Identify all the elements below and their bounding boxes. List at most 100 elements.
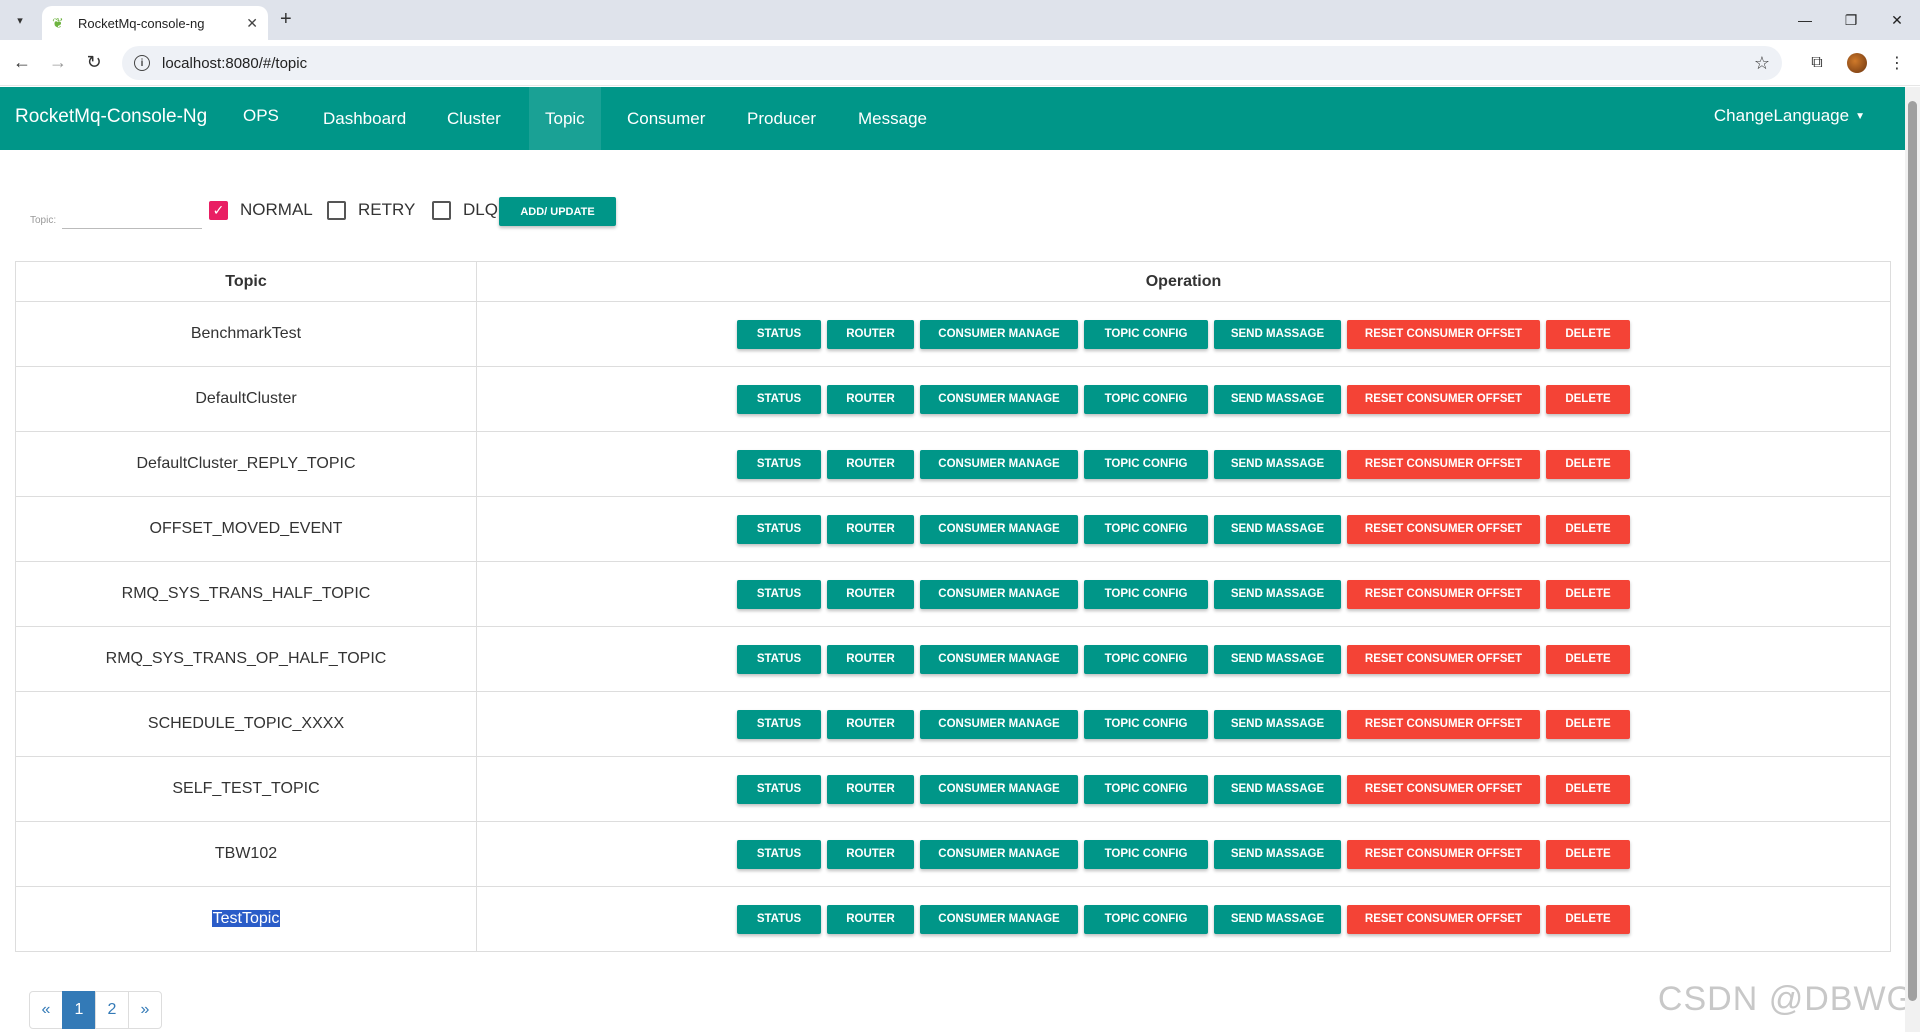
delete-button[interactable]: DELETE [1546, 709, 1630, 739]
router-button[interactable]: ROUTER [827, 839, 914, 869]
normal-checkbox[interactable]: ✓ NORMAL [209, 200, 313, 220]
reload-icon[interactable]: ↻ [76, 45, 112, 81]
reset-consumer-offset-button[interactable]: RESET CONSUMER OFFSET [1347, 774, 1540, 804]
restore-icon[interactable]: ❐ [1828, 0, 1874, 40]
status-button[interactable]: STATUS [737, 384, 821, 414]
nav-item-dashboard[interactable]: Dashboard [307, 87, 422, 150]
forward-arrow-icon[interactable]: → [40, 45, 76, 81]
pagination-prev[interactable]: « [29, 991, 63, 1029]
router-button[interactable]: ROUTER [827, 579, 914, 609]
reset-consumer-offset-button[interactable]: RESET CONSUMER OFFSET [1347, 904, 1540, 934]
status-button[interactable]: STATUS [737, 579, 821, 609]
router-button[interactable]: ROUTER [827, 709, 914, 739]
router-button[interactable]: ROUTER [827, 904, 914, 934]
status-button[interactable]: STATUS [737, 904, 821, 934]
delete-button[interactable]: DELETE [1546, 579, 1630, 609]
router-button[interactable]: ROUTER [827, 449, 914, 479]
status-button[interactable]: STATUS [737, 644, 821, 674]
minimize-icon[interactable]: — [1782, 0, 1828, 40]
status-button[interactable]: STATUS [737, 319, 821, 349]
status-button[interactable]: STATUS [737, 449, 821, 479]
consumer-manage-button[interactable]: CONSUMER MANAGE [920, 579, 1078, 609]
change-language-dropdown[interactable]: ChangeLanguage ▼ [1714, 106, 1865, 126]
send-massage-button[interactable]: SEND MASSAGE [1214, 904, 1341, 934]
new-tab-button[interactable]: + [280, 8, 292, 31]
nav-item-ops[interactable]: OPS [227, 84, 295, 147]
dlq-checkbox[interactable]: DLQ [432, 200, 498, 220]
nav-item-consumer[interactable]: Consumer [611, 87, 721, 150]
send-massage-button[interactable]: SEND MASSAGE [1214, 449, 1341, 479]
reset-consumer-offset-button[interactable]: RESET CONSUMER OFFSET [1347, 839, 1540, 869]
topic-config-button[interactable]: TOPIC CONFIG [1084, 514, 1208, 544]
consumer-manage-button[interactable]: CONSUMER MANAGE [920, 904, 1078, 934]
pagination-page-2[interactable]: 2 [95, 991, 129, 1029]
scrollbar-thumb[interactable] [1908, 101, 1917, 1001]
pagination-page-1[interactable]: 1 [62, 991, 96, 1029]
router-button[interactable]: ROUTER [827, 319, 914, 349]
add-update-button[interactable]: ADD/ UPDATE [499, 197, 616, 226]
nav-item-cluster[interactable]: Cluster [431, 87, 517, 150]
send-massage-button[interactable]: SEND MASSAGE [1214, 319, 1341, 349]
consumer-manage-button[interactable]: CONSUMER MANAGE [920, 514, 1078, 544]
tab-search-icon[interactable]: ▾ [8, 8, 32, 32]
consumer-manage-button[interactable]: CONSUMER MANAGE [920, 709, 1078, 739]
consumer-manage-button[interactable]: CONSUMER MANAGE [920, 644, 1078, 674]
send-massage-button[interactable]: SEND MASSAGE [1214, 774, 1341, 804]
consumer-manage-button[interactable]: CONSUMER MANAGE [920, 319, 1078, 349]
delete-button[interactable]: DELETE [1546, 774, 1630, 804]
topic-config-button[interactable]: TOPIC CONFIG [1084, 644, 1208, 674]
send-massage-button[interactable]: SEND MASSAGE [1214, 579, 1341, 609]
topic-config-button[interactable]: TOPIC CONFIG [1084, 319, 1208, 349]
topic-config-button[interactable]: TOPIC CONFIG [1084, 904, 1208, 934]
status-button[interactable]: STATUS [737, 514, 821, 544]
delete-button[interactable]: DELETE [1546, 514, 1630, 544]
bookmark-star-icon[interactable]: ☆ [1754, 53, 1770, 74]
router-button[interactable]: ROUTER [827, 774, 914, 804]
close-window-icon[interactable]: ✕ [1874, 0, 1920, 40]
back-arrow-icon[interactable]: ← [4, 45, 40, 81]
reset-consumer-offset-button[interactable]: RESET CONSUMER OFFSET [1347, 384, 1540, 414]
consumer-manage-button[interactable]: CONSUMER MANAGE [920, 839, 1078, 869]
consumer-manage-button[interactable]: CONSUMER MANAGE [920, 774, 1078, 804]
topic-config-button[interactable]: TOPIC CONFIG [1084, 384, 1208, 414]
reset-consumer-offset-button[interactable]: RESET CONSUMER OFFSET [1347, 319, 1540, 349]
page-scrollbar[interactable] [1905, 87, 1920, 1032]
status-button[interactable]: STATUS [737, 709, 821, 739]
router-button[interactable]: ROUTER [827, 384, 914, 414]
menu-kebab-icon[interactable]: ⋮ [1882, 48, 1912, 78]
reset-consumer-offset-button[interactable]: RESET CONSUMER OFFSET [1347, 514, 1540, 544]
topic-filter-input[interactable] [62, 207, 202, 229]
topic-config-button[interactable]: TOPIC CONFIG [1084, 579, 1208, 609]
topic-config-button[interactable]: TOPIC CONFIG [1084, 709, 1208, 739]
address-bar[interactable]: i localhost:8080/#/topic ☆ [122, 46, 1782, 80]
tab-close-icon[interactable]: ✕ [246, 15, 258, 32]
profile-avatar[interactable] [1842, 48, 1872, 78]
nav-item-topic[interactable]: Topic [529, 87, 601, 150]
send-massage-button[interactable]: SEND MASSAGE [1214, 644, 1341, 674]
delete-button[interactable]: DELETE [1546, 904, 1630, 934]
send-massage-button[interactable]: SEND MASSAGE [1214, 514, 1341, 544]
reset-consumer-offset-button[interactable]: RESET CONSUMER OFFSET [1347, 709, 1540, 739]
send-massage-button[interactable]: SEND MASSAGE [1214, 839, 1341, 869]
send-massage-button[interactable]: SEND MASSAGE [1214, 709, 1341, 739]
pagination-next[interactable]: » [128, 991, 162, 1029]
browser-tab[interactable]: ❦ RocketMq-console-ng ✕ [42, 6, 268, 40]
reset-consumer-offset-button[interactable]: RESET CONSUMER OFFSET [1347, 449, 1540, 479]
status-button[interactable]: STATUS [737, 774, 821, 804]
brand-title[interactable]: RocketMq-Console-Ng [15, 106, 207, 128]
nav-item-producer[interactable]: Producer [731, 87, 832, 150]
reset-consumer-offset-button[interactable]: RESET CONSUMER OFFSET [1347, 644, 1540, 674]
nav-item-message[interactable]: Message [842, 87, 943, 150]
extensions-icon[interactable]: ⧉ [1802, 48, 1832, 78]
delete-button[interactable]: DELETE [1546, 644, 1630, 674]
topic-config-button[interactable]: TOPIC CONFIG [1084, 839, 1208, 869]
delete-button[interactable]: DELETE [1546, 384, 1630, 414]
retry-checkbox[interactable]: RETRY [327, 200, 415, 220]
delete-button[interactable]: DELETE [1546, 449, 1630, 479]
topic-config-button[interactable]: TOPIC CONFIG [1084, 449, 1208, 479]
reset-consumer-offset-button[interactable]: RESET CONSUMER OFFSET [1347, 579, 1540, 609]
send-massage-button[interactable]: SEND MASSAGE [1214, 384, 1341, 414]
delete-button[interactable]: DELETE [1546, 839, 1630, 869]
topic-config-button[interactable]: TOPIC CONFIG [1084, 774, 1208, 804]
site-info-icon[interactable]: i [134, 55, 150, 71]
